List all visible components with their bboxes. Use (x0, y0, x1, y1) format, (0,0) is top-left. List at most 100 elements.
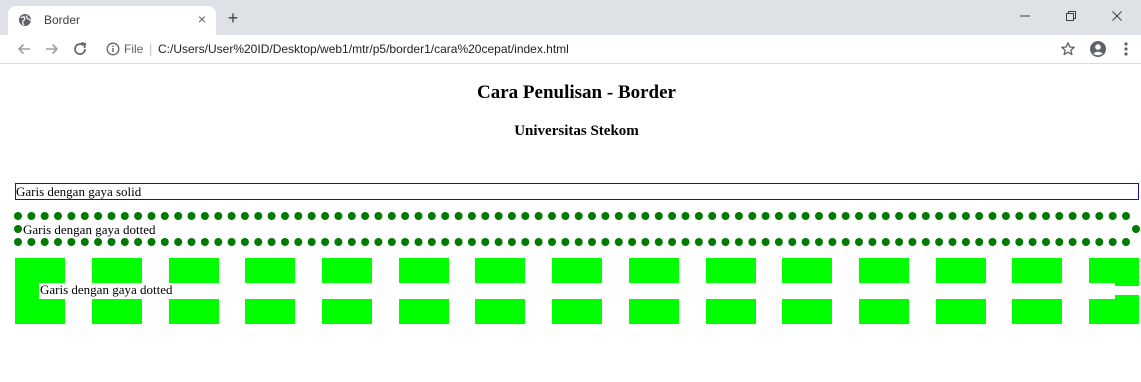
dot-mark (975, 238, 984, 246)
forward-arrow-icon[interactable] (42, 39, 62, 59)
dash-mark (322, 258, 372, 283)
dot-mark (1042, 212, 1050, 220)
dot-mark (1082, 212, 1090, 220)
dot-mark (54, 238, 62, 246)
dot-mark (935, 238, 944, 246)
dot-mark (267, 238, 276, 246)
close-window-icon[interactable] (1094, 0, 1140, 32)
dot-mark (1055, 238, 1064, 246)
dot-mark (254, 238, 263, 246)
dot-mark (494, 238, 503, 246)
dot-mark (815, 212, 823, 220)
dot-mark (1028, 238, 1037, 246)
dot-mark (427, 212, 436, 220)
dash-mark (706, 258, 756, 283)
reload-icon[interactable] (70, 39, 90, 59)
dot-mark (281, 238, 289, 246)
tab-close-icon[interactable]: × (194, 11, 210, 27)
dot-mark (1108, 238, 1117, 246)
dot-mark (921, 212, 930, 220)
account-icon[interactable] (1088, 39, 1108, 59)
dot-mark (788, 238, 797, 246)
dot-mark (27, 212, 36, 220)
dot-mark (868, 212, 877, 220)
dot-mark (1055, 212, 1064, 220)
restore-icon[interactable] (1048, 0, 1094, 32)
dot-mark (1108, 212, 1117, 220)
dot-mark (1082, 238, 1090, 246)
dot-mark (507, 238, 516, 246)
new-tab-plus-icon[interactable]: + (224, 9, 242, 27)
minimize-icon[interactable] (1002, 0, 1048, 32)
dash-mark (1012, 258, 1062, 283)
dot-mark (694, 212, 703, 220)
dashed-border-box: Garis dengan gaya dotted (15, 258, 1139, 324)
dot-mark (721, 212, 730, 220)
dot-mark (801, 238, 810, 246)
dot-mark (628, 212, 637, 220)
dash-mark (859, 299, 909, 324)
dot-mark (240, 212, 249, 220)
page-content: Cara Penulisan - Border Universitas Stek… (0, 65, 1141, 382)
dot-mark (254, 212, 263, 220)
dot-mark (694, 238, 703, 246)
dot-mark (67, 212, 76, 220)
dot-mark (147, 238, 156, 246)
dot-mark (801, 212, 810, 220)
address-bar[interactable]: File | C:/Users/User%20ID/Desktop/web1/m… (96, 37, 1056, 61)
dot-mark (908, 212, 917, 220)
dot-mark (387, 212, 396, 220)
dotted-box-text: Garis dengan gaya dotted (23, 222, 156, 237)
dot-mark (321, 238, 330, 246)
dot-mark (334, 238, 343, 246)
dot-mark (521, 238, 530, 246)
dot-mark (935, 212, 944, 220)
dot-mark (200, 212, 209, 220)
dot-mark (387, 238, 396, 246)
dash-mark (936, 299, 986, 324)
dot-mark (774, 212, 783, 220)
dash-mark (859, 258, 909, 283)
tab-border[interactable]: Border × (8, 6, 216, 35)
dot-mark (361, 238, 370, 246)
dot-mark (414, 212, 423, 220)
back-arrow-icon[interactable] (14, 39, 34, 59)
dot-mark (1001, 212, 1010, 220)
dot-mark (374, 212, 383, 220)
dotted-border-box: Garis dengan gaya dotted (14, 212, 1140, 246)
info-icon[interactable] (106, 42, 120, 56)
dot-mark (454, 212, 463, 220)
dot-mark (975, 212, 984, 220)
url-text[interactable]: C:/Users/User%20ID/Desktop/web1/mtr/p5/b… (158, 42, 569, 56)
dot-mark (94, 238, 103, 246)
dot-mark (427, 238, 436, 246)
dot-mark (27, 238, 36, 246)
dot-mark (574, 238, 583, 246)
dot-mark (561, 212, 570, 220)
dot-mark (481, 212, 490, 220)
dash-mark (15, 258, 39, 324)
dot-mark (815, 238, 823, 246)
star-icon[interactable] (1058, 39, 1078, 59)
dot-mark (187, 238, 196, 246)
dot-mark (281, 212, 289, 220)
dot-mark (855, 238, 863, 246)
dash-mark (245, 258, 295, 283)
dot-mark (160, 238, 169, 246)
dot-mark (147, 212, 156, 220)
dot-mark (374, 238, 383, 246)
dot-mark (588, 212, 596, 220)
dot-mark (1132, 225, 1140, 233)
dot-mark (467, 212, 476, 220)
dot-mark (721, 238, 730, 246)
dot-mark (307, 238, 316, 246)
dash-mark (629, 299, 679, 324)
dot-mark (227, 212, 236, 220)
dot-mark (14, 212, 22, 220)
dot-mark (200, 238, 209, 246)
dot-mark (134, 238, 143, 246)
more-vert-icon[interactable] (1116, 39, 1136, 59)
dot-mark (561, 238, 570, 246)
dot-mark (1028, 212, 1037, 220)
dash-mark (322, 299, 372, 324)
